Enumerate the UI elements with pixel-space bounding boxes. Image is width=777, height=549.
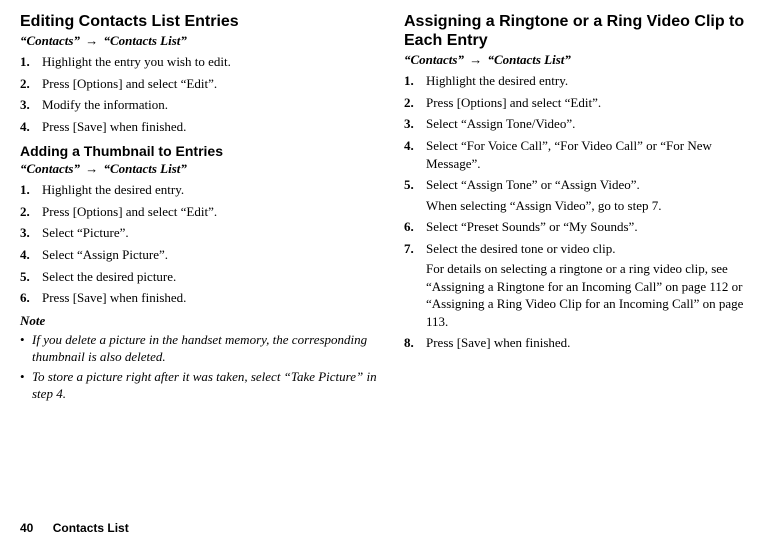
step-item: Highlight the desired entry. <box>20 181 380 199</box>
step-item: Press [Options] and select “Edit”. <box>20 203 380 221</box>
heading-adding-thumbnail: Adding a Thumbnail to Entries <box>20 143 380 159</box>
footer-section: Contacts List <box>53 521 129 535</box>
left-column: Editing Contacts List Entries “Contacts”… <box>20 12 380 405</box>
breadcrumb: “Contacts” → “Contacts List” <box>20 161 380 177</box>
step-text: Select “For Voice Call”, “For Video Call… <box>426 138 712 171</box>
step-item: Press [Save] when finished. <box>404 334 764 352</box>
crumb-contacts: “Contacts” <box>20 33 80 48</box>
page-number: 40 <box>20 521 33 535</box>
crumb-contacts-list: “Contacts List” <box>103 33 186 48</box>
step-text: Select “Assign Tone/Video”. <box>426 116 575 131</box>
crumb-contacts: “Contacts” <box>404 52 464 67</box>
heading-editing-contacts: Editing Contacts List Entries <box>20 12 380 31</box>
step-item: Select “Assign Picture”. <box>20 246 380 264</box>
crumb-contacts-list: “Contacts List” <box>103 161 186 176</box>
step-item: Select the desired picture. <box>20 268 380 286</box>
step-text: Press [Options] and select “Edit”. <box>426 95 601 110</box>
page-footer: 40 Contacts List <box>20 521 129 535</box>
step-item: Select “Assign Tone/Video”. <box>404 115 764 133</box>
step-text: Select “Preset Sounds” or “My Sounds”. <box>426 219 638 234</box>
step-text: Select the desired tone or video clip. <box>426 241 616 256</box>
note-label: Note <box>20 313 380 329</box>
step-item: Select “Assign Tone” or “Assign Video”. … <box>404 176 764 214</box>
step-item: Highlight the desired entry. <box>404 72 764 90</box>
steps-list: Highlight the desired entry. Press [Opti… <box>404 72 764 352</box>
crumb-contacts-list: “Contacts List” <box>487 52 570 67</box>
arrow-icon: → <box>85 33 98 49</box>
note-item: To store a picture right after it was ta… <box>20 368 380 403</box>
step-item: Press [Save] when finished. <box>20 289 380 307</box>
step-item: Press [Save] when finished. <box>20 118 380 136</box>
note-item: If you delete a picture in the handset m… <box>20 331 380 366</box>
step-text: Press [Save] when finished. <box>426 335 570 350</box>
step-item: Select “Preset Sounds” or “My Sounds”. <box>404 218 764 236</box>
breadcrumb: “Contacts” → “Contacts List” <box>404 52 764 68</box>
right-column: Assigning a Ringtone or a Ring Video Cli… <box>404 12 764 405</box>
steps-list: Highlight the entry you wish to edit. Pr… <box>20 53 380 135</box>
step-item: Modify the information. <box>20 96 380 114</box>
step-subtext: For details on selecting a ringtone or a… <box>426 260 764 330</box>
heading-assigning-ringtone: Assigning a Ringtone or a Ring Video Cli… <box>404 12 764 50</box>
step-item: Select “For Voice Call”, “For Video Call… <box>404 137 764 172</box>
step-text: Select “Assign Tone” or “Assign Video”. <box>426 177 640 192</box>
breadcrumb: “Contacts” → “Contacts List” <box>20 33 380 49</box>
arrow-icon: → <box>85 161 98 177</box>
arrow-icon: → <box>469 52 482 68</box>
crumb-contacts: “Contacts” <box>20 161 80 176</box>
step-item: Highlight the entry you wish to edit. <box>20 53 380 71</box>
step-item: Press [Options] and select “Edit”. <box>20 75 380 93</box>
step-item: Press [Options] and select “Edit”. <box>404 94 764 112</box>
step-item: Select “Picture”. <box>20 224 380 242</box>
step-text: Highlight the desired entry. <box>426 73 568 88</box>
step-subtext: When selecting “Assign Video”, go to ste… <box>426 197 764 215</box>
steps-list: Highlight the desired entry. Press [Opti… <box>20 181 380 306</box>
notes-list: If you delete a picture in the handset m… <box>20 331 380 403</box>
step-item: Select the desired tone or video clip. F… <box>404 240 764 331</box>
